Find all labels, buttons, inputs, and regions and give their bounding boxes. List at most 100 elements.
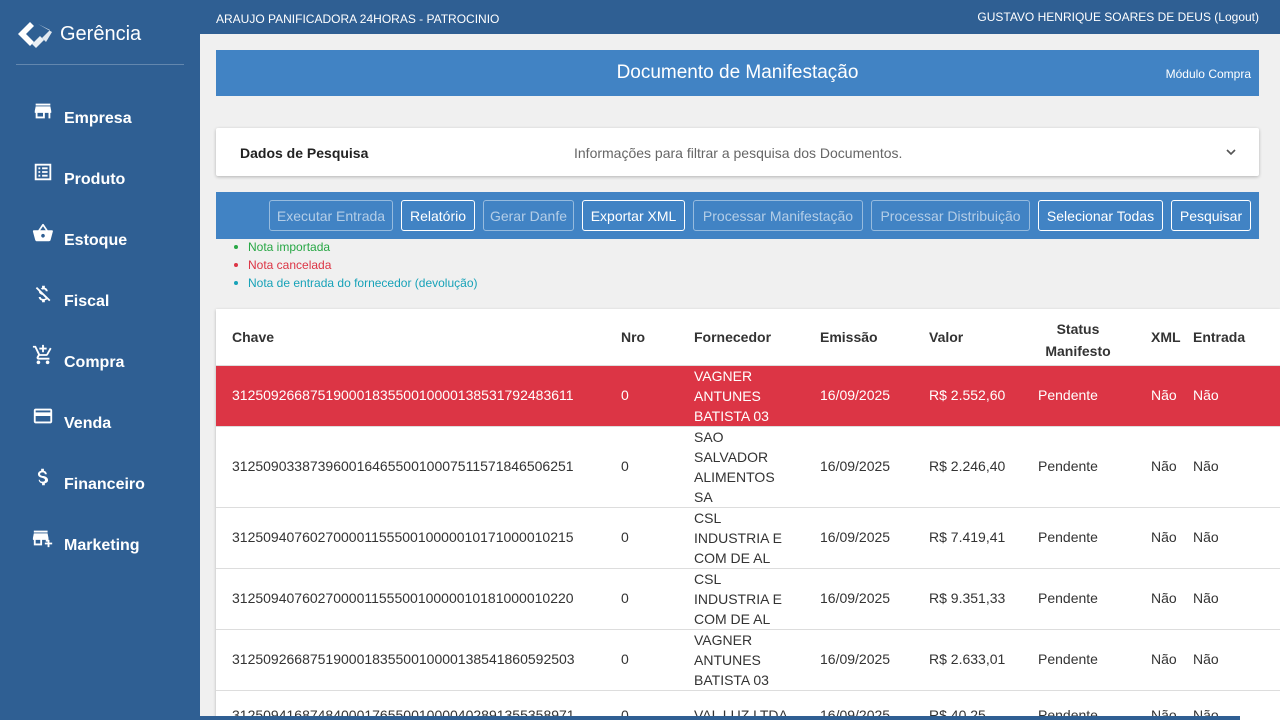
cell-nro: 0 [621,651,629,667]
status-legend: Nota importada Nota cancelada Nota de en… [233,240,477,294]
sidebar-item-marketing[interactable]: Marketing [32,527,192,557]
sidebar-item-label: Venda [64,415,112,432]
sidebar-item-produto[interactable]: Produto [32,161,192,191]
cell-fornecedor: CSL INDUSTRIA E COM DE AL [694,510,782,566]
sidebar-item-label: Produto [64,171,126,188]
store-icon [34,103,52,119]
module-label: Módulo Compra [1165,67,1251,81]
legend-item-importada: Nota importada [233,240,477,258]
company-name: ARAUJO PANIFICADORA 24HORAS - PATROCINIO [216,12,500,26]
page-title: Documento de Manifestação [616,62,859,83]
column-header-entrada[interactable]: Entrada [1193,329,1245,345]
cell-xml: Não [1151,651,1177,667]
credit-card-icon [33,408,53,424]
sidebar-item-fiscal[interactable]: Fiscal [32,283,192,313]
cell-valor: R$ 9.351,33 [929,590,1006,606]
cell-xml: Não [1151,590,1177,606]
cell-emissao: 16/09/2025 [820,590,891,606]
legend-item-cancelada: Nota cancelada [233,258,477,276]
cell-status: Pendente [1038,590,1098,606]
status-header-line1: Status [1056,321,1100,337]
cell-emissao: 16/09/2025 [820,651,891,667]
cell-status: Pendente [1038,651,1098,667]
cell-emissao: 16/09/2025 [820,458,891,474]
cell-chave: 3125094076027000011555001000001018100001… [232,590,574,606]
executar-entrada-button[interactable]: Executar Entrada [269,200,393,231]
user-logout-link[interactable]: GUSTAVO HENRIQUE SOARES DE DEUS (Logout) [977,10,1259,24]
column-header-valor[interactable]: Valor [929,329,963,345]
list-icon [34,163,52,181]
brand-logo-icon [18,22,52,48]
cell-emissao: 16/09/2025 [820,529,891,545]
sidebar-item-venda[interactable]: Venda [32,405,192,435]
cell-entrada: Não [1193,458,1219,474]
brand[interactable]: Gerência [16,18,141,50]
pesquisar-button[interactable]: Pesquisar [1171,200,1251,231]
documents-table: Chave Nro Fornecedor Emissão Valor Statu… [216,309,1280,720]
cell-nro: 0 [621,387,629,403]
sidebar-item-financeiro[interactable]: Financeiro [32,466,192,496]
sidebar-item-label: Empresa [64,110,132,127]
cell-entrada: Não [1193,651,1219,667]
sidebar-item-label: Estoque [64,232,128,249]
column-header-chave[interactable]: Chave [232,329,274,345]
gerar-danfe-button[interactable]: Gerar Danfe [483,200,574,231]
cart-plus-icon [32,344,52,365]
cell-fornecedor: SAO SALVADOR ALIMENTOS SA [694,429,775,505]
cell-valor: R$ 7.419,41 [929,529,1006,545]
brand-name: Gerência [60,22,142,45]
cell-status: Pendente [1038,529,1098,545]
table-row[interactable]: 3125094076027000011555001000001017100001… [216,508,1280,569]
cell-valor: R$ 2.246,40 [929,458,1006,474]
search-panel-title: Dados de Pesquisa [240,145,369,161]
sidebar-item-estoque[interactable]: Estoque [32,222,192,252]
table-row[interactable]: 3125094076027000011555001000001018100001… [216,569,1280,630]
sidebar-item-empresa[interactable]: Empresa [32,100,192,130]
column-header-fornecedor[interactable]: Fornecedor [694,329,771,345]
table-row[interactable]: 3125092668751900018355001000013854186059… [216,630,1280,691]
column-header-emissao[interactable]: Emissão [820,329,878,345]
search-panel-description: Informações para filtrar a pesquisa dos … [574,145,903,161]
cell-status: Pendente [1038,458,1098,474]
dollar-icon [37,468,49,486]
store-plus-icon [32,530,53,548]
table-row[interactable]: 3125092668751900018355001000013853179248… [216,366,1280,427]
cell-fornecedor: VAGNER ANTUNES BATISTA 03 [694,632,769,688]
selecionar-todas-button[interactable]: Selecionar Todas [1038,200,1163,231]
cell-entrada: Não [1193,387,1219,403]
column-header-xml[interactable]: XML [1151,329,1181,345]
cell-chave: 3125092668751900018355001000013853179248… [232,387,574,403]
relatorio-button[interactable]: Relatório [401,200,475,231]
action-toolbar: Executar Entrada Relatório Gerar Danfe E… [216,192,1259,239]
cell-nro: 0 [621,529,629,545]
cell-nro: 0 [621,590,629,606]
sidebar-item-label: Financeiro [64,476,145,493]
column-header-status-manifesto[interactable]: Status Manifesto [1038,318,1118,362]
cell-chave: 3125092668751900018355001000013854186059… [232,651,575,667]
processar-distribuicao-button[interactable]: Processar Distribuição [871,200,1030,231]
main-content: Documento de Manifestação Módulo Compra … [200,34,1280,720]
table-header: Chave Nro Fornecedor Emissão Valor Statu… [216,309,1280,366]
cell-valor: R$ 2.633,01 [929,651,1006,667]
table-row[interactable]: 3125090338739600164655001000751157184650… [216,427,1280,508]
sidebar-item-label: Marketing [64,537,140,554]
legend-item-devolucao: Nota de entrada do fornecedor (devolução… [233,276,477,294]
chevron-down-icon[interactable] [1223,144,1239,160]
exportar-xml-button[interactable]: Exportar XML [582,200,685,231]
brand-divider [16,64,184,65]
sidebar-item-label: Fiscal [64,293,110,310]
sidebar-item-label: Compra [64,354,125,371]
cell-xml: Não [1151,529,1177,545]
basket-icon [32,223,53,242]
processar-manifestacao-button[interactable]: Processar Manifestação [693,200,863,231]
search-panel-header[interactable]: Dados de Pesquisa Informações para filtr… [216,128,1259,176]
cell-entrada: Não [1193,529,1219,545]
sidebar-item-compra[interactable]: Compra [32,344,192,374]
cell-fornecedor: VAGNER ANTUNES BATISTA 03 [694,368,769,424]
page-title-bar: Documento de Manifestação Módulo Compra [216,50,1259,96]
cell-entrada: Não [1193,590,1219,606]
column-header-nro[interactable]: Nro [621,329,645,345]
cell-status: Pendente [1038,387,1098,403]
cell-fornecedor: CSL INDUSTRIA E COM DE AL [694,571,782,627]
cell-chave: 3125090338739600164655001000751157184650… [232,458,574,474]
